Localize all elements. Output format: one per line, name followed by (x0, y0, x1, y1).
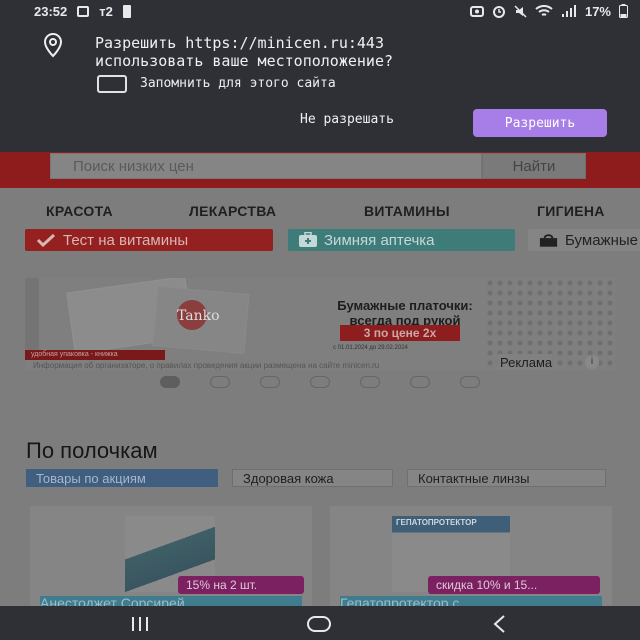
battery-icon (619, 4, 628, 18)
first-aid-kit-icon (299, 232, 317, 247)
screen: 23:52 т2 17% Разрешить https://minicen.r… (0, 0, 640, 640)
chip-label: Зимняя аптечка (324, 231, 435, 249)
status-time: 23:52 (34, 3, 68, 19)
chip-label: Тест на витамины (63, 231, 189, 249)
permission-message-line2: использовать ваше местоположение? (95, 52, 394, 70)
chip-vitamin-test[interactable]: Тест на витамины (25, 229, 273, 251)
tab-promotions[interactable]: Товары по акциям (26, 469, 218, 487)
product-card[interactable]: ГЕПАТОПРОТЕКТОР скидка 10% и 15... Гепат… (330, 506, 612, 606)
carousel-dot[interactable] (360, 376, 380, 388)
camera-icon (469, 6, 484, 17)
alarm-icon (492, 5, 505, 18)
search-button[interactable]: Найти (482, 153, 586, 179)
status-bar: 23:52 т2 17% (0, 0, 640, 22)
location-pin-icon (43, 32, 63, 58)
search-bar: Поиск низких цен Найти (50, 153, 586, 179)
category-hygiene[interactable]: ГИГИЕНА (537, 203, 605, 219)
ad-label: Реклама (498, 354, 553, 370)
chip-winter-kit[interactable]: Зимняя аптечка (288, 229, 515, 251)
signal-icon (561, 4, 576, 17)
tab-healthy-skin[interactable]: Здоровая кожа (232, 469, 393, 487)
section-title: По полочкам (26, 438, 158, 463)
product-box-label: ГЕПАТОПРОТЕКТОР (396, 518, 477, 527)
product-name[interactable]: Анестоджет Сорсирей (40, 596, 302, 606)
chip-tissues[interactable]: Бумажные (528, 229, 640, 251)
product-name[interactable]: Гепатопротектор с (340, 596, 602, 606)
carousel-dot[interactable] (410, 376, 430, 388)
brand-name: Tanko (177, 308, 220, 324)
banner-side-strip (25, 278, 39, 350)
tab-contact-lenses[interactable]: Контактные линзы (407, 469, 606, 487)
banner-tag: удобная упаковка - книжка (25, 350, 165, 360)
mute-icon (514, 4, 527, 18)
recent-apps-icon[interactable] (120, 613, 160, 635)
carousel-dot[interactable] (460, 376, 480, 388)
discount-badge: 15% на 2 шт. (178, 576, 304, 594)
system-nav-bar (0, 606, 640, 640)
carousel-dot[interactable] (210, 376, 230, 388)
check-icon (36, 233, 56, 247)
carousel-dot[interactable] (260, 376, 280, 388)
carousel-dot[interactable] (310, 376, 330, 388)
chip-label: Бумажные (565, 231, 638, 249)
permission-message-line1: Разрешить https://minicen.ru:443 (95, 34, 384, 52)
remember-checkbox[interactable] (97, 75, 127, 93)
permission-message: Разрешить https://minicen.ru:443 использ… (95, 34, 393, 70)
carousel-dot[interactable] (160, 376, 180, 388)
home-icon[interactable] (299, 613, 339, 635)
tissue-box-icon (539, 234, 558, 247)
remember-label[interactable]: Запомнить для этого сайта (140, 76, 336, 91)
banner-disclaimer: Информация об организаторе, о правилах п… (33, 361, 380, 370)
status-carrier: т2 (99, 3, 113, 19)
notification-icon (77, 5, 90, 17)
discount-badge: скидка 10% и 15... (428, 576, 600, 594)
search-input[interactable]: Поиск низких цен (50, 153, 482, 179)
ad-info-icon[interactable]: i (585, 355, 599, 369)
deny-button[interactable]: Не разрешать (300, 112, 394, 127)
product-card[interactable]: 15% на 2 шт. Анестоджет Сорсирей (30, 506, 312, 606)
banner-promo-badge: 3 по цене 2x (340, 325, 460, 341)
wifi-icon (535, 4, 553, 16)
banner-title-line1: Бумажные платочки: (337, 298, 473, 313)
category-nav: КРАСОТА ЛЕКАРСТВА ВИТАМИНЫ ГИГИЕНА (0, 203, 640, 223)
battery-percent: 17% (584, 3, 611, 19)
allow-button[interactable]: Разрешить (473, 109, 607, 137)
category-beauty[interactable]: КРАСОТА (46, 203, 113, 219)
category-medicines[interactable]: ЛЕКАРСТВА (189, 203, 276, 219)
banner-title: Бумажные платочки: всегда под рукой (285, 298, 525, 328)
banner-dates: с 01.01.2024 до 29.02.2024 (333, 345, 408, 351)
location-permission-dialog: Разрешить https://minicen.ru:443 использ… (0, 22, 640, 152)
category-vitamins[interactable]: ВИТАМИНЫ (364, 203, 450, 219)
back-icon[interactable] (480, 613, 520, 635)
sim-icon (122, 4, 131, 18)
